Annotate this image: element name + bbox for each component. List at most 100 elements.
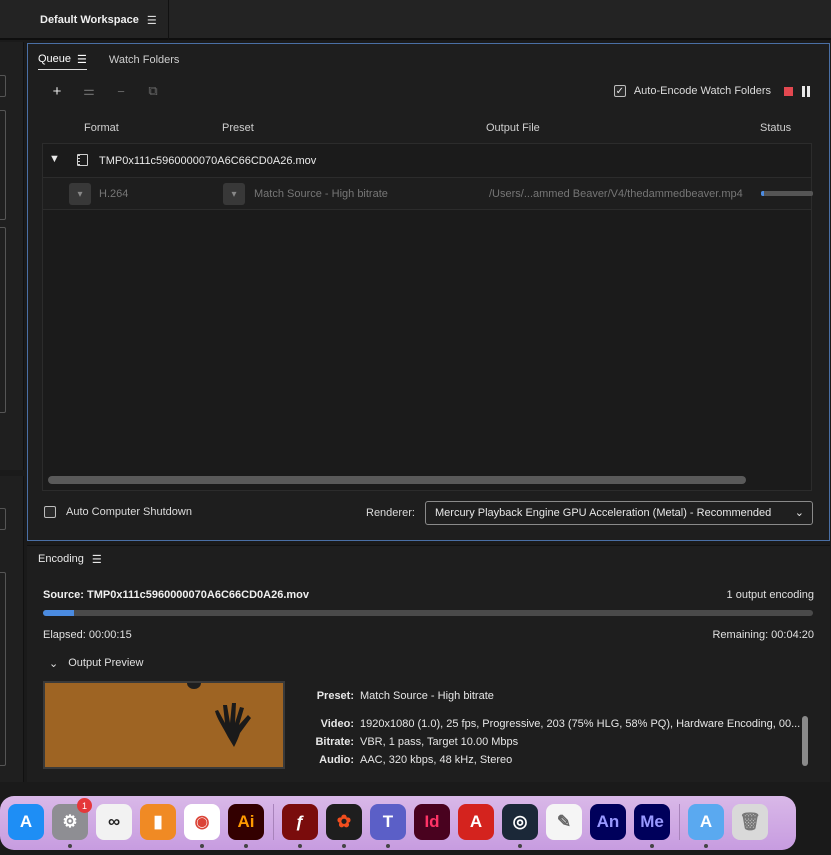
column-output-file[interactable]: Output File [486, 122, 540, 134]
output-preview-image [43, 681, 285, 769]
detail-value-preset: Match Source - High bitrate [360, 690, 494, 702]
dock-separator [679, 804, 680, 840]
tab-queue[interactable]: Queue ☰ [38, 50, 87, 70]
tab-watch-folders[interactable]: Watch Folders [109, 50, 180, 70]
illustrator-icon[interactable]: Ai [228, 804, 264, 840]
chrome-icon[interactable]: ◉ [184, 804, 220, 840]
dock-separator [273, 804, 274, 840]
renderer-select[interactable]: Mercury Playback Engine GPU Acceleration… [425, 501, 813, 525]
format-dropdown-icon[interactable]: ▾ [69, 183, 91, 205]
hamburger-icon[interactable]: ☰ [147, 14, 157, 27]
encoding-progress-bar [43, 610, 813, 616]
queue-tabs: Queue ☰ Watch Folders [38, 50, 179, 70]
running-indicator [200, 844, 204, 848]
film-icon [77, 154, 88, 166]
renderer-label: Renderer: [366, 507, 415, 519]
output-file-path[interactable]: /Users/...ammed Beaver/V4/thedammedbeave… [489, 188, 743, 200]
encoding-source: Source: TMP0x111c5960000070A6C66CD0A26.m… [43, 589, 309, 601]
figma-icon[interactable]: ✿ [326, 804, 362, 840]
encoding-title: Encoding [38, 553, 84, 565]
loop-icon[interactable]: ∞ [96, 804, 132, 840]
column-status[interactable]: Status [760, 122, 791, 134]
tab-watch-folders-label: Watch Folders [108, 54, 180, 66]
animate-icon[interactable]: An [590, 804, 626, 840]
source-row[interactable]: ▼ TMP0x111c5960000070A6C66CD0A26.mov [43, 144, 811, 178]
settings-sliders-icon[interactable]: ⚌ [82, 83, 96, 98]
workspace-bar: Default Workspace ☰ [0, 0, 831, 40]
applications-folder-icon[interactable]: A [688, 804, 724, 840]
auto-shutdown-toggle[interactable]: Auto Computer Shutdown [44, 506, 192, 518]
workspace-title: Default Workspace [40, 14, 139, 26]
queue-toolbar: + ⚌ − ⧉ [50, 83, 160, 100]
encoding-count: 1 output encoding [726, 589, 814, 601]
detail-label-bitrate: Bitrate: [315, 736, 354, 748]
preset-dropdown-icon[interactable]: ▾ [223, 183, 245, 205]
system-settings-icon[interactable]: ⚙ 1 [52, 798, 92, 840]
running-indicator [518, 844, 522, 848]
column-format[interactable]: Format [84, 122, 119, 134]
running-indicator [704, 844, 708, 848]
output-preset[interactable]: Match Source - High bitrate [254, 188, 388, 200]
remove-icon[interactable]: − [114, 84, 128, 99]
notification-badge: 1 [77, 798, 92, 813]
acrobat-icon[interactable]: A [458, 804, 494, 840]
left-panel-top [0, 42, 24, 470]
elapsed-time: Elapsed: 00:00:15 [43, 629, 132, 641]
output-row[interactable]: ▾ H.264 ▾ Match Source - High bitrate /U… [43, 178, 813, 210]
hamburger-icon[interactable]: ☰ [92, 553, 102, 566]
encoding-progress-fill [43, 610, 74, 616]
horizontal-scrollbar[interactable] [48, 476, 746, 484]
teams-icon[interactable]: T [370, 804, 406, 840]
indesign-icon[interactable]: Id [414, 804, 450, 840]
queue-list: ▼ TMP0x111c5960000070A6C66CD0A26.mov ▾ H… [42, 143, 813, 491]
encoding-tab[interactable]: Encoding ☰ [38, 553, 102, 566]
chevron-down-icon[interactable]: ▼ [49, 153, 60, 165]
steam-icon[interactable]: ◎ [502, 804, 538, 840]
output-preview-toggle[interactable]: ⌄ Output Preview [49, 657, 143, 670]
detail-label-audio: Audio: [319, 754, 354, 766]
detail-value-bitrate: VBR, 1 pass, Target 10.00 Mbps [360, 736, 519, 748]
output-progress-bar [761, 191, 813, 196]
chevron-down-icon[interactable]: ⌄ [49, 657, 58, 670]
app-store-icon[interactable]: A [8, 804, 44, 840]
auto-shutdown-checkbox[interactable] [44, 506, 56, 518]
duplicate-icon[interactable]: ⧉ [146, 83, 160, 98]
output-preview-label: Output Preview [68, 657, 144, 669]
hamburger-icon[interactable]: ☰ [77, 53, 87, 66]
trash-icon[interactable]: 🗑 [732, 804, 768, 840]
running-indicator [298, 844, 302, 848]
left-list-lower [0, 227, 6, 413]
hand-silhouette-icon [215, 703, 251, 747]
pause-icon[interactable] [802, 86, 812, 97]
workspace-tab[interactable]: Default Workspace ☰ [26, 0, 169, 40]
running-indicator [650, 844, 654, 848]
vertical-scrollbar[interactable] [802, 716, 808, 766]
detail-label-preset: Preset: [316, 690, 354, 702]
auto-encode-checkbox[interactable]: ✓ [613, 85, 626, 97]
left-list [0, 110, 6, 220]
running-indicator [68, 844, 72, 848]
auto-shutdown-label: Auto Computer Shutdown [66, 506, 192, 518]
running-indicator [342, 844, 346, 848]
detail-label-video: Video: [320, 718, 354, 730]
dock: A ⚙ 1 ∞ ▮ ◉ Ai ƒ ✿ T Id A ◎ ✎ An Me A 🗑 [0, 796, 796, 850]
books-icon[interactable]: ▮ [140, 804, 176, 840]
detail-value-audio: AAC, 320 kbps, 48 kHz, Stereo [360, 754, 513, 766]
auto-encode-toggle[interactable]: ✓ Auto-Encode Watch Folders [613, 85, 771, 97]
encoding-panel: Encoding ☰ Source: TMP0x111c5960000070A6… [27, 545, 830, 782]
stop-icon[interactable] [784, 87, 793, 96]
flash-icon[interactable]: ƒ [282, 804, 318, 840]
auto-encode-label: Auto-Encode Watch Folders [633, 85, 771, 97]
output-format[interactable]: H.264 [99, 188, 128, 200]
running-indicator [244, 844, 248, 848]
remaining-time: Remaining: 00:04:20 [712, 629, 814, 641]
add-icon[interactable]: + [50, 83, 64, 100]
left-field-2[interactable] [0, 508, 6, 530]
chevron-down-icon: ⌄ [794, 507, 804, 519]
column-preset[interactable]: Preset [222, 122, 254, 134]
renderer-value: Mercury Playback Engine GPU Acceleration… [435, 507, 772, 519]
media-encoder-icon[interactable]: Me [634, 804, 670, 840]
textedit-icon[interactable]: ✎ [546, 804, 582, 840]
left-field[interactable] [0, 75, 6, 97]
output-progress-fill [761, 191, 765, 196]
